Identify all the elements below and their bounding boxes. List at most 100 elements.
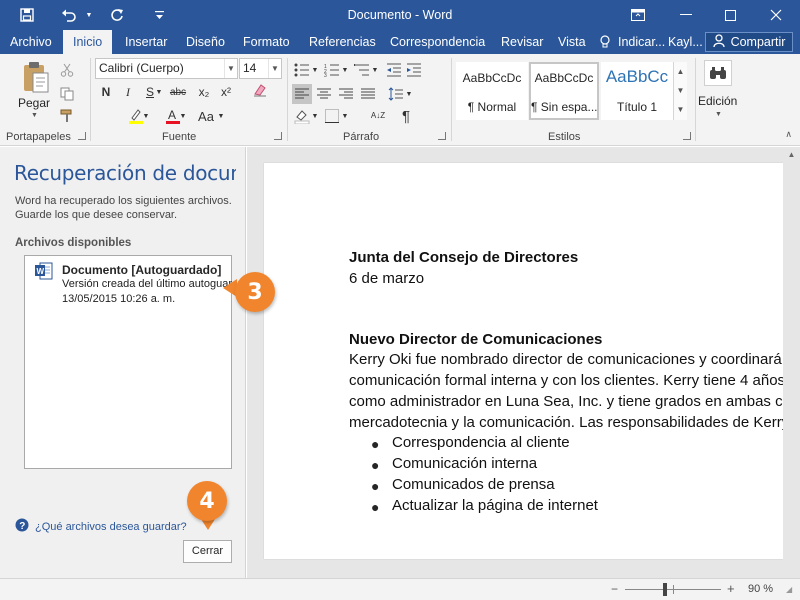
tab-referencias[interactable]: Referencias [309,30,376,54]
chevron-down-icon[interactable]: ▼ [674,81,687,100]
binoculars-icon[interactable] [704,60,732,86]
chevron-up-icon[interactable]: ▲ [674,62,687,81]
close-window-icon[interactable] [754,0,798,30]
chevron-down-icon[interactable]: ▼ [715,111,722,118]
italic-button[interactable]: I [118,82,138,102]
undo-icon[interactable] [58,0,80,30]
borders-icon[interactable] [322,106,342,126]
chevron-down-icon[interactable]: ▼ [340,106,350,126]
superscript-button[interactable]: x² [216,82,236,102]
decrease-indent-icon[interactable] [384,60,404,80]
paragraph-launcher-icon[interactable] [438,132,446,140]
chevron-down-icon[interactable]: ▼ [310,106,320,126]
share-button[interactable]: Compartir [705,32,793,52]
line-spacing-icon[interactable] [386,84,406,104]
maximize-icon[interactable] [708,0,752,30]
font-size-select[interactable]: 14 ▼ [239,58,282,79]
svg-text:3: 3 [324,73,327,77]
increase-indent-icon[interactable] [404,60,424,80]
list-item[interactable]: W Documento [Autoguardado] Versión cread… [25,256,232,308]
align-left-icon[interactable] [292,84,312,104]
tell-me-box[interactable]: Indicar... [618,30,665,54]
align-right-icon[interactable] [336,84,356,104]
chevron-down-icon[interactable]: ▼ [370,60,380,80]
copy-icon[interactable] [57,84,77,104]
shading-icon[interactable] [292,106,312,126]
tab-vista[interactable]: Vista [558,30,586,54]
chevron-down-icon[interactable]: ▼ [310,60,320,80]
clear-formatting-icon[interactable] [250,80,270,100]
user-name[interactable]: Kayl... [668,30,703,54]
zoom-slider-thumb[interactable] [663,583,667,596]
document-area: Junta del Consejo de Directores 6 de mar… [247,147,800,578]
cut-icon[interactable] [57,60,77,80]
clipboard-group-label: Portapapeles [6,131,71,143]
zoom-in-icon[interactable]: + [727,581,735,596]
ribbon-separator [287,58,288,141]
undo-dropdown-icon[interactable]: ▼ [84,0,94,30]
tab-diseno[interactable]: Diseño [186,30,225,54]
close-button[interactable]: Cerrar [183,540,232,563]
ribbon-separator [695,58,696,141]
word-document-icon: W [35,262,53,283]
collapse-ribbon-icon[interactable]: ∧ [785,129,792,140]
font-launcher-icon[interactable] [274,132,282,140]
format-painter-icon[interactable] [57,106,77,126]
chevron-down-icon[interactable]: ▼ [154,82,164,102]
style-no-spacing[interactable]: AaBbCcDc ¶ Sin espa... [529,62,599,120]
ribbon: Pegar ▼ Portapapeles Calibri (Cuerpo) ▼ … [0,54,800,146]
vertical-scrollbar[interactable]: ▲ [783,147,800,578]
lightbulb-icon[interactable] [600,30,610,54]
justify-icon[interactable] [358,84,378,104]
sort-icon: A↓Z [370,111,386,120]
ribbon-separator [451,58,452,141]
zoom-level[interactable]: 90 % [748,583,773,595]
tab-revisar[interactable]: Revisar [501,30,543,54]
tab-inicio[interactable]: Inicio [63,30,113,54]
styles-scroll[interactable]: ▲ ▼ ▼ [673,62,687,120]
bullets-icon[interactable] [292,60,312,80]
show-formatting-button[interactable]: ¶ [396,106,416,126]
title-bar: ▼ Documento - Word [0,0,800,30]
zoom-out-icon[interactable]: − [611,582,618,596]
chevron-down-icon[interactable]: ▼ [141,106,151,126]
chevron-down-icon[interactable]: ▼ [404,84,414,104]
tab-formato[interactable]: Formato [243,30,290,54]
styles-launcher-icon[interactable] [683,132,691,140]
help-link[interactable]: ? ¿Qué archivos desea guardar? [15,518,187,535]
style-heading-1[interactable]: AaBbCc Título 1 [601,62,673,120]
paste-dropdown-icon[interactable]: ▼ [31,112,38,119]
clipboard-launcher-icon[interactable] [78,132,86,140]
callout-4: 4 [187,481,227,521]
sort-button[interactable]: A↓Z [368,106,388,126]
font-name-select[interactable]: Calibri (Cuerpo) ▼ [95,58,238,79]
svg-text:A: A [168,108,176,122]
document-page[interactable]: Junta del Consejo de Directores 6 de mar… [264,163,783,559]
scroll-up-icon[interactable]: ▲ [783,150,800,159]
redo-icon[interactable] [106,0,128,30]
strikethrough-button[interactable]: abc [168,82,188,102]
chevron-down-icon[interactable]: ▼ [178,106,188,126]
style-normal[interactable]: AaBbCcDc ¶ Normal [456,62,528,120]
recovered-files-list[interactable]: W Documento [Autoguardado] Versión cread… [24,255,232,469]
paste-icon[interactable] [20,60,52,96]
chevron-down-icon[interactable]: ▼ [340,60,350,80]
paste-label[interactable]: Pegar [18,96,50,110]
ribbon-display-icon[interactable] [616,0,660,30]
file-name: Documento [Autoguardado] [62,263,222,277]
chevron-down-icon[interactable]: ▼ [216,106,226,126]
editing-label[interactable]: Edición [698,94,737,108]
minimize-icon[interactable] [664,0,708,30]
subscript-button[interactable]: x₂ [194,82,214,102]
tab-insertar[interactable]: Insertar [125,30,167,54]
save-icon[interactable] [14,0,40,30]
bold-button[interactable]: N [96,82,116,102]
tab-archivo[interactable]: Archivo [10,30,52,54]
numbering-icon[interactable]: 123 [322,60,342,80]
align-center-icon[interactable] [314,84,334,104]
tab-correspondencia[interactable]: Correspondencia [390,30,485,54]
more-styles-icon[interactable]: ▼ [674,100,687,119]
change-case-button[interactable]: Aa [196,106,216,126]
multilevel-list-icon[interactable] [352,60,372,80]
customize-toolbar-icon[interactable] [152,0,166,30]
